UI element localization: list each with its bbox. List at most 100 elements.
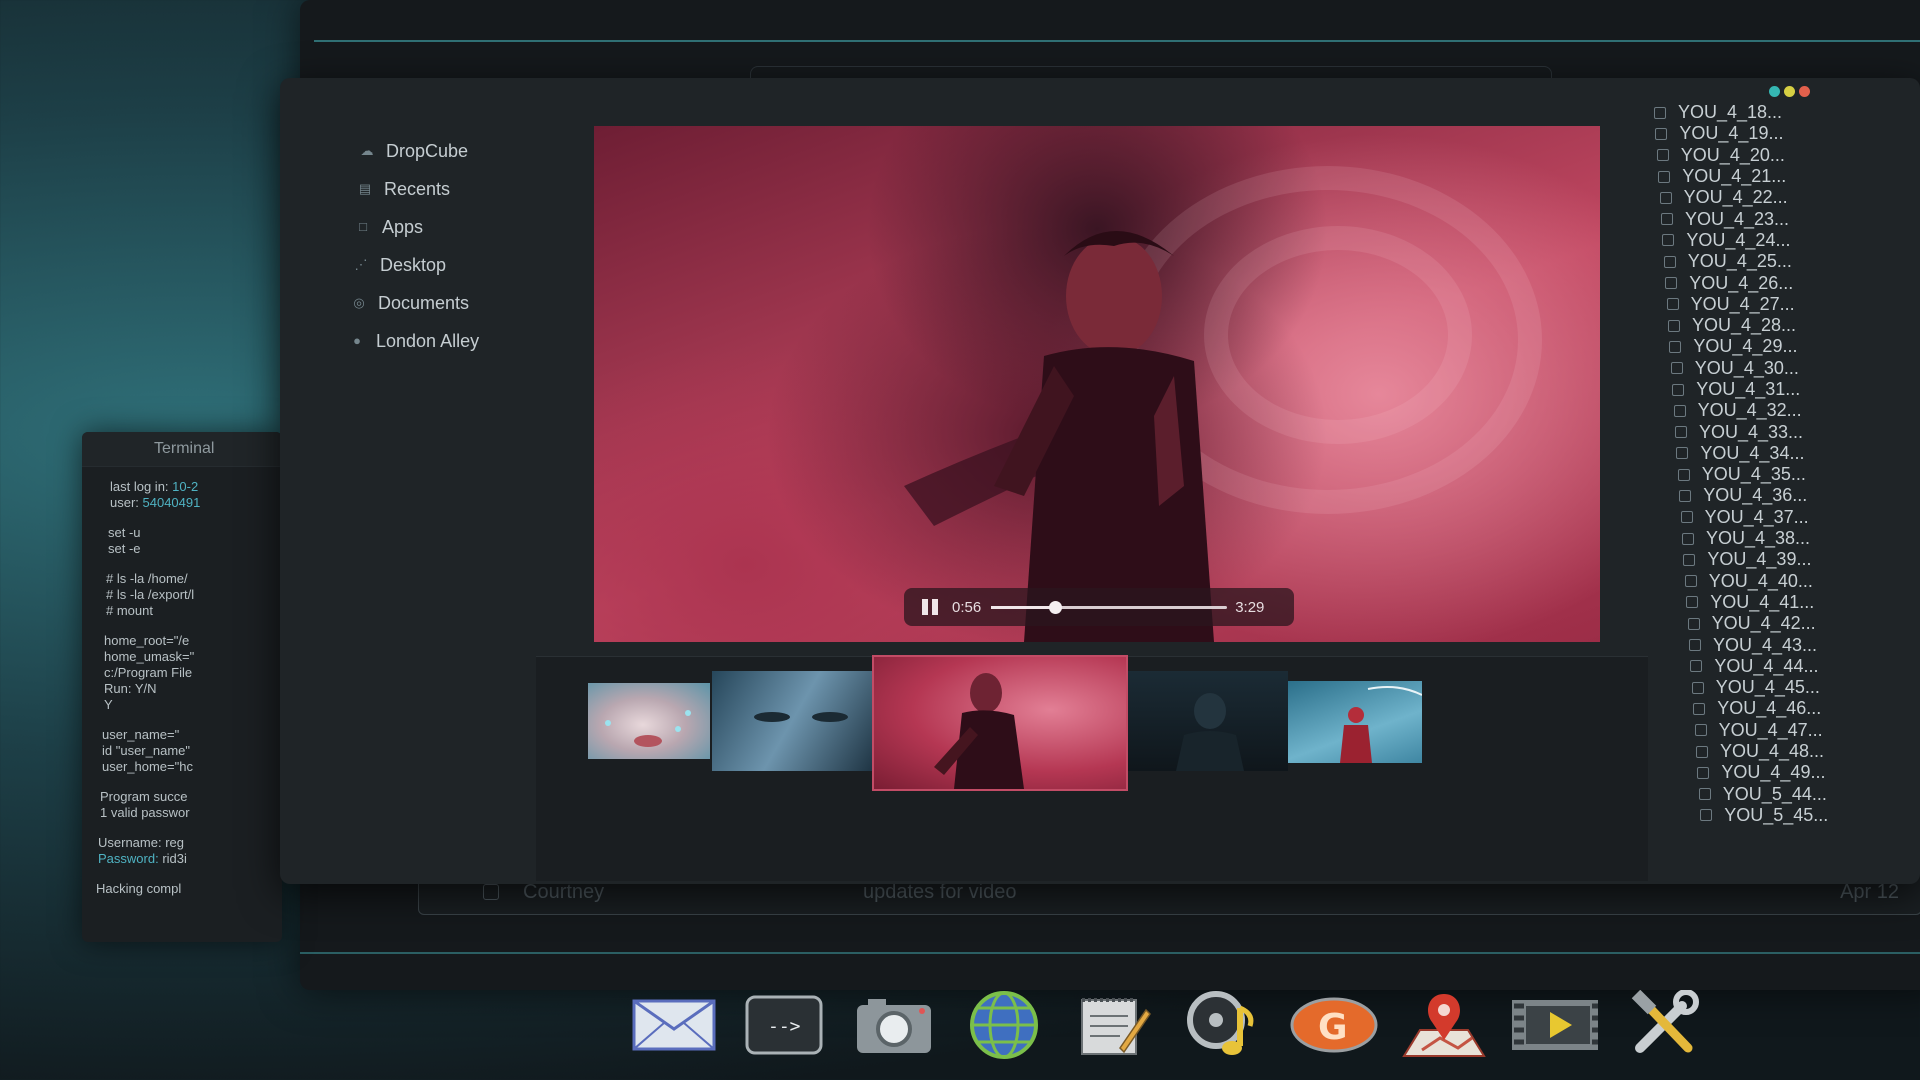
thumbnail-4[interactable]: [1128, 671, 1288, 771]
file-icon: [1680, 511, 1693, 524]
file-name: YOU_4_25...: [1687, 251, 1792, 272]
terminal-icon[interactable]: -->: [740, 990, 828, 1060]
file-item[interactable]: YOU_4_48...: [1696, 741, 1874, 762]
thumbnail-red-figure: [1340, 686, 1422, 763]
terminal-line: Username: reg: [98, 835, 184, 850]
file-name: YOU_4_26...: [1689, 272, 1794, 293]
file-item[interactable]: YOU_4_32...: [1673, 400, 1874, 421]
notepad-icon[interactable]: [1070, 990, 1158, 1060]
terminal-window[interactable]: Terminal last log in: 10-2 user: 54040491…: [82, 432, 282, 942]
file-item[interactable]: YOU_4_47...: [1694, 720, 1874, 741]
file-item[interactable]: YOU_4_27...: [1666, 294, 1874, 315]
file-name: YOU_4_28...: [1692, 315, 1797, 336]
thumbnail-2[interactable]: [712, 671, 872, 771]
file-icon: [1669, 340, 1682, 353]
file-icon: [1691, 681, 1704, 694]
thumbnail-5[interactable]: [1288, 681, 1422, 763]
terminal-line: Hacking compl: [96, 881, 182, 896]
file-item[interactable]: YOU_4_41...: [1686, 592, 1874, 613]
file-item[interactable]: YOU_4_23...: [1661, 208, 1874, 229]
maps-icon[interactable]: [1400, 990, 1488, 1060]
file-item[interactable]: YOU_4_20...: [1656, 145, 1874, 166]
file-item[interactable]: YOU_4_18...: [1654, 102, 1874, 123]
file-icon: [1672, 383, 1685, 396]
pause-button[interactable]: [922, 599, 940, 615]
apps-icon: □: [359, 219, 367, 234]
sidebar-item-desktop[interactable]: ⋰ Desktop: [354, 246, 572, 284]
duration: 3:29: [1235, 598, 1265, 616]
dock: --> G: [630, 990, 1708, 1060]
sidebar-item-london-alley[interactable]: ● London Alley: [350, 322, 572, 360]
file-icon: [1675, 426, 1687, 439]
sidebar-item-documents[interactable]: ◎ Documents: [352, 284, 572, 322]
file-item[interactable]: YOU_4_39...: [1683, 549, 1874, 570]
file-item[interactable]: YOU_4_34...: [1676, 443, 1874, 464]
globe-icon[interactable]: [960, 990, 1048, 1060]
file-icon: [1670, 362, 1683, 375]
mail-row-checkbox[interactable]: [483, 884, 499, 900]
file-item[interactable]: YOU_4_38...: [1682, 528, 1874, 549]
file-icon: [1682, 532, 1694, 545]
file-item[interactable]: YOU_4_42...: [1687, 613, 1874, 634]
file-item[interactable]: YOU_4_25...: [1663, 251, 1874, 272]
file-item[interactable]: YOU_4_40...: [1684, 571, 1874, 592]
file-icon: [1683, 553, 1696, 566]
file-icon: [1658, 170, 1671, 183]
file-item[interactable]: YOU_4_22...: [1659, 187, 1874, 208]
video-player[interactable]: 0:56 3:29: [594, 126, 1600, 642]
file-icon: [1698, 788, 1711, 801]
folder-icon: ●: [353, 333, 361, 348]
file-item[interactable]: YOU_4_28...: [1668, 315, 1874, 336]
g-app-icon[interactable]: G: [1290, 990, 1378, 1060]
current-time: 0:56: [952, 598, 982, 616]
file-icon: [1666, 298, 1679, 311]
file-icon: [1694, 724, 1707, 737]
window-dot-2[interactable]: [1784, 86, 1795, 97]
window-dot-3[interactable]: [1799, 86, 1810, 97]
terminal-line: user: 54040491: [110, 495, 201, 510]
file-item[interactable]: YOU_4_43...: [1689, 634, 1874, 655]
terminal-line: # ls -la /home/: [106, 571, 188, 586]
file-name: YOU_4_33...: [1699, 421, 1804, 442]
sidebar-item-apps[interactable]: □ Apps: [356, 208, 572, 246]
file-list: YOU_4_18... YOU_4_19... YOU_4_20... YOU_4_2…: [1654, 102, 1874, 826]
file-item[interactable]: YOU_4_29...: [1669, 336, 1874, 357]
file-item[interactable]: YOU_4_44...: [1690, 656, 1874, 677]
camera-icon[interactable]: [850, 990, 938, 1060]
file-item[interactable]: YOU_4_26...: [1665, 272, 1874, 293]
terminal-line: last log in: 10-2: [110, 479, 199, 494]
seek-bar[interactable]: [991, 600, 1228, 614]
thumbnail-silhouette: [1176, 693, 1244, 771]
file-name: YOU_4_35...: [1701, 464, 1806, 485]
video-player-icon[interactable]: [1510, 990, 1598, 1060]
file-item[interactable]: YOU_4_33...: [1675, 421, 1874, 442]
file-item[interactable]: YOU_4_36...: [1679, 485, 1874, 506]
file-name: YOU_4_49...: [1721, 762, 1826, 783]
file-item[interactable]: YOU_4_35...: [1677, 464, 1874, 485]
sidebar-item-recents[interactable]: ▤ Recents: [358, 170, 572, 208]
window-dot-1[interactable]: [1769, 86, 1780, 97]
terminal-block: Hacking compl: [96, 881, 282, 897]
file-item[interactable]: YOU_4_45...: [1691, 677, 1874, 698]
thumbnail-3-selected[interactable]: [872, 655, 1128, 791]
file-icon: [1684, 575, 1697, 588]
file-item[interactable]: YOU_4_31...: [1672, 379, 1874, 400]
sidebar-item-dropcube[interactable]: ☁ DropCube: [360, 132, 572, 170]
file-item[interactable]: YOU_4_30...: [1670, 358, 1874, 379]
file-item[interactable]: YOU_5_45...: [1700, 805, 1874, 826]
music-icon[interactable]: [1180, 990, 1268, 1060]
file-item[interactable]: YOU_4_49...: [1697, 762, 1874, 783]
file-item[interactable]: YOU_4_37...: [1680, 507, 1874, 528]
file-explorer-window: ☁ DropCube ▤ Recents □ Apps ⋰ Desktop ◎ Documents…: [280, 78, 1920, 884]
seek-bar-fill: [991, 605, 1055, 609]
file-item[interactable]: YOU_5_44...: [1698, 784, 1874, 805]
seek-bar-handle[interactable]: [1048, 600, 1062, 614]
file-item[interactable]: YOU_4_24...: [1662, 230, 1874, 251]
file-item[interactable]: YOU_4_19...: [1655, 123, 1874, 144]
mail-icon[interactable]: [630, 990, 718, 1060]
file-icon: [1662, 234, 1675, 247]
settings-tools-icon[interactable]: [1620, 990, 1708, 1060]
file-item[interactable]: YOU_4_46...: [1693, 698, 1874, 719]
file-item[interactable]: YOU_4_21...: [1658, 166, 1874, 187]
thumbnail-1[interactable]: [588, 683, 710, 759]
